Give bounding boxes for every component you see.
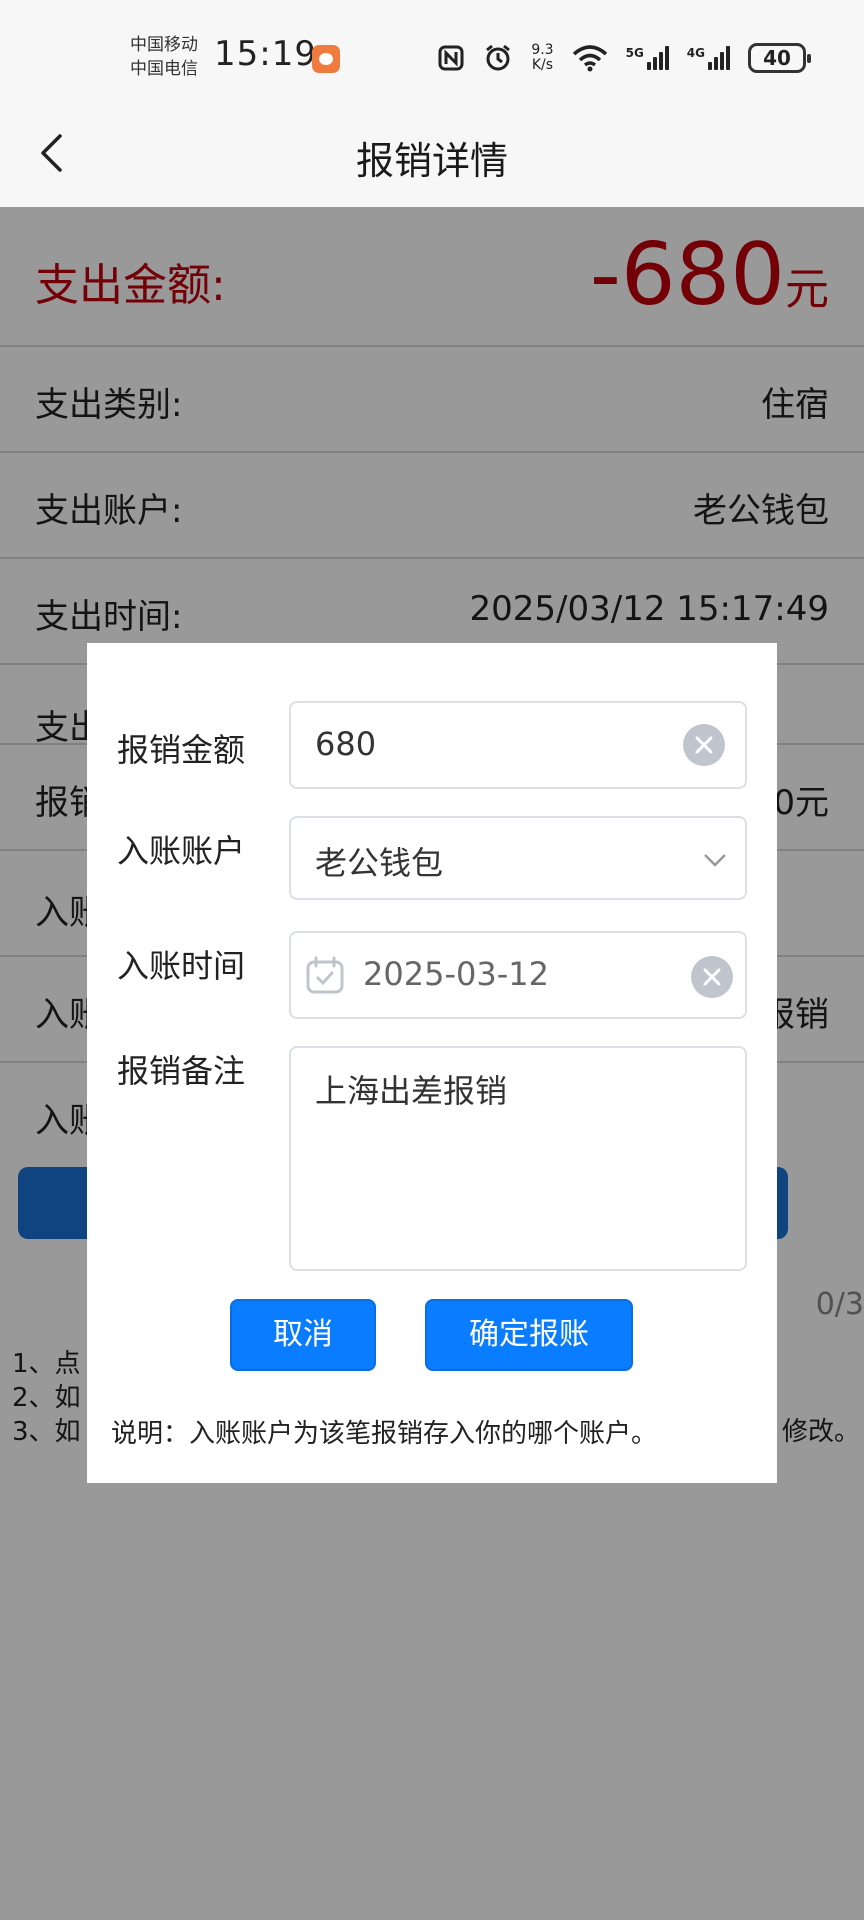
date-input[interactable]: 2025-03-12 xyxy=(289,931,747,1019)
signal-5g-icon: 5G xyxy=(626,46,669,70)
account-select-value: 老公钱包 xyxy=(315,844,444,882)
account-select[interactable]: 老公钱包 xyxy=(289,816,747,900)
app-notification-icon xyxy=(312,45,340,73)
calendar-icon xyxy=(306,956,344,994)
signal-4g-icon: 4G xyxy=(687,46,730,70)
alarm-icon xyxy=(483,43,513,73)
wifi-icon xyxy=(572,44,608,72)
net-speed-value: 9.3 xyxy=(531,42,554,58)
net-speed: 9.3 K/s xyxy=(531,43,553,73)
chevron-down-icon xyxy=(704,854,726,867)
cancel-button[interactable]: 取消 xyxy=(230,1299,376,1371)
amount-input-value: 680 xyxy=(315,725,377,763)
clear-date-icon[interactable] xyxy=(691,956,733,998)
carrier-info: 中国移动 中国电信 xyxy=(130,33,198,81)
status-icons: 9.3 K/s 5G 4G 40 xyxy=(419,38,811,78)
status-bar: 中国移动 中国电信 15:19 9.3 K/s 5G 4G 40 xyxy=(0,0,864,100)
modal-amount-label: 报销金额 xyxy=(117,731,246,769)
net-speed-unit: K/s xyxy=(531,57,554,73)
remark-textarea-value: 上海出差报销 xyxy=(315,1072,508,1110)
carrier-1: 中国移动 xyxy=(130,35,198,55)
remark-textarea[interactable]: 上海出差报销 xyxy=(289,1046,747,1271)
nav-bar: 报销详情 xyxy=(0,100,864,207)
date-input-value: 2025-03-12 xyxy=(363,955,549,993)
modal-remark-label: 报销备注 xyxy=(117,1052,246,1090)
modal-time-label: 入账时间 xyxy=(117,947,246,985)
signal-5g-label: 5G xyxy=(625,46,644,60)
signal-4g-label: 4G xyxy=(686,46,705,60)
carrier-2: 中国电信 xyxy=(130,59,198,79)
amount-input[interactable]: 680 xyxy=(289,701,747,789)
modal-account-label: 入账账户 xyxy=(117,832,246,870)
confirm-button[interactable]: 确定报账 xyxy=(425,1299,633,1371)
clear-amount-icon[interactable] xyxy=(683,724,725,766)
battery-level: 40 xyxy=(748,43,811,73)
modal-explanation: 说明：入账账户为该笔报销存入你的哪个账户。 xyxy=(111,1419,658,1449)
page-title: 报销详情 xyxy=(355,139,508,183)
status-time: 15:19 xyxy=(214,34,317,74)
battery-icon: 40 xyxy=(748,43,811,73)
reimburse-dialog: 报销金额 680 入账账户 老公钱包 入账时间 2025-03-12 报销备注 … xyxy=(87,643,777,1483)
nfc-icon xyxy=(437,44,465,72)
